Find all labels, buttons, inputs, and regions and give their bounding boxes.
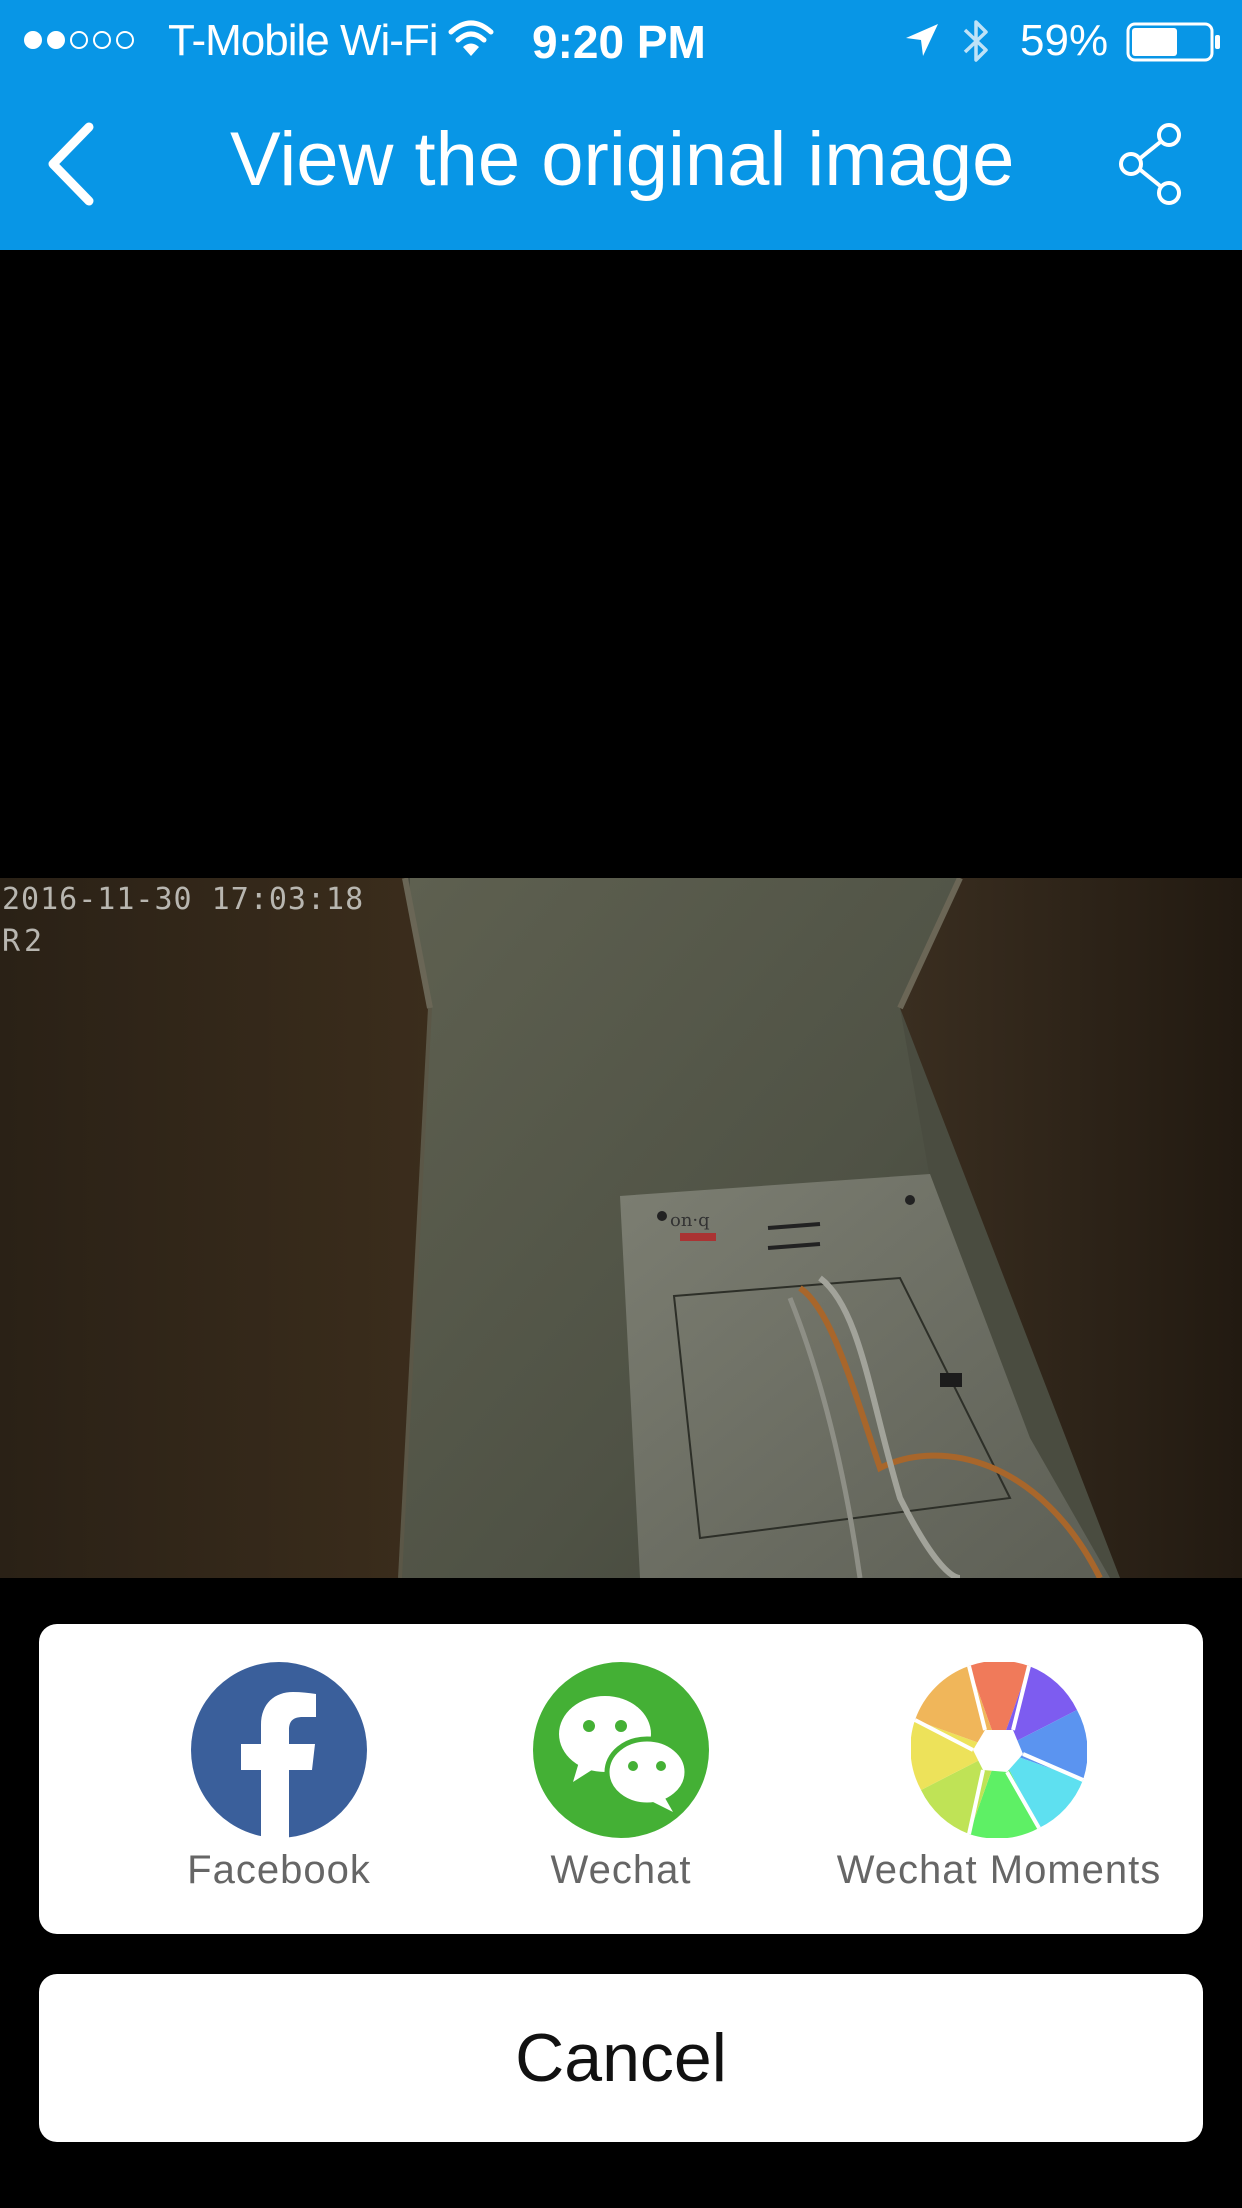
signal-dot: [70, 31, 88, 49]
signal-dot: [24, 31, 42, 49]
cellular-signal-icon: [24, 31, 134, 49]
signal-dot: [116, 31, 134, 49]
share-option-label: Facebook: [187, 1848, 371, 1892]
battery-icon: [1126, 22, 1220, 62]
wechat-moments-icon: [911, 1662, 1087, 1838]
share-wechat-button[interactable]: Wechat: [431, 1662, 811, 1922]
svg-text:on·q: on·q: [670, 1210, 710, 1231]
location-arrow-icon: [906, 24, 938, 56]
share-wechat-moments-button[interactable]: Wechat Moments: [809, 1662, 1189, 1922]
status-time: 9:20 PM: [532, 16, 706, 68]
camera-timestamp-overlay: 2016-11-30 17:03:18: [2, 882, 365, 917]
signal-dot: [93, 31, 111, 49]
wechat-icon: [533, 1662, 709, 1838]
chevron-left-icon: [48, 122, 94, 206]
signal-dot: [47, 31, 65, 49]
share-sheet: Facebook Wechat Wechat Moments: [39, 1624, 1203, 1934]
battery-percent: 59%: [1020, 16, 1109, 65]
battery-level-fill: [1132, 28, 1177, 56]
camera-scene-image: on·q: [0, 878, 1242, 1578]
back-button[interactable]: [20, 114, 120, 214]
status-bar: T-Mobile Wi-Fi 9:20 PM 59%: [0, 0, 1242, 84]
camera-snapshot[interactable]: on·q 2016-11-30 17:03:18 R2: [0, 878, 1242, 1578]
carrier-name: T-Mobile Wi-Fi: [168, 16, 439, 65]
share-option-label: Wechat: [550, 1848, 692, 1892]
share-option-label: Wechat Moments: [836, 1848, 1162, 1892]
wifi-icon: [448, 20, 494, 56]
top-bar: T-Mobile Wi-Fi 9:20 PM 59% View the orig…: [0, 0, 1242, 250]
cancel-button[interactable]: Cancel: [39, 1974, 1203, 2142]
share-facebook-button[interactable]: Facebook: [89, 1662, 469, 1922]
share-icon: [1119, 123, 1181, 205]
facebook-icon: [191, 1662, 367, 1838]
camera-channel-overlay: R2: [2, 924, 47, 959]
navigation-bar: View the original image: [0, 84, 1242, 250]
bluetooth-icon: [963, 20, 988, 62]
share-button[interactable]: [1108, 114, 1194, 214]
page-title: View the original image: [230, 117, 1015, 202]
